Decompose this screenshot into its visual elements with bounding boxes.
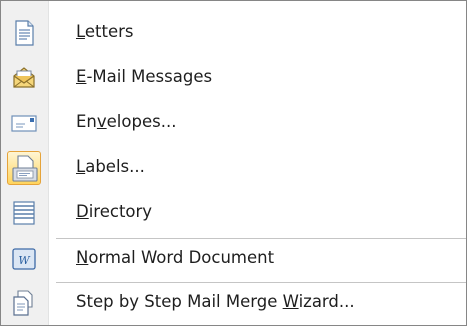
letter-icon bbox=[7, 16, 41, 50]
menu-item-label: E-Mail Messages bbox=[76, 67, 213, 86]
menu-item-directory[interactable]: Directory bbox=[1, 191, 466, 236]
menu-item-envelopes[interactable]: Envelopes... bbox=[1, 101, 466, 146]
menu-item-label: Envelopes... bbox=[76, 112, 177, 131]
menu-item-label: Normal Word Document bbox=[76, 248, 275, 267]
directory-icon bbox=[7, 196, 41, 230]
menu-item-labels[interactable]: Labels... bbox=[1, 146, 466, 191]
word-document-icon: W bbox=[7, 242, 41, 276]
menu-item-label: Letters bbox=[76, 22, 134, 41]
envelope-icon bbox=[7, 106, 41, 140]
menu-item-mail-merge-wizard[interactable]: Step by Step Mail Merge Wizard... bbox=[1, 281, 466, 326]
menu-item-normal-word-document[interactable]: W Normal Word Document bbox=[1, 237, 466, 282]
svg-text:W: W bbox=[18, 254, 31, 267]
mail-merge-menu: Letters E-Mail Messages Envelopes... Lab… bbox=[0, 0, 467, 326]
menu-item-label: Directory bbox=[76, 202, 153, 221]
email-icon bbox=[7, 61, 41, 95]
menu-item-letters[interactable]: Letters bbox=[1, 11, 466, 56]
labels-icon bbox=[7, 151, 41, 185]
menu-item-label: Labels... bbox=[76, 157, 145, 176]
menu-item-email-messages[interactable]: E-Mail Messages bbox=[1, 56, 466, 101]
wizard-icon bbox=[7, 286, 41, 320]
menu-item-label: Step by Step Mail Merge Wizard... bbox=[76, 292, 355, 311]
